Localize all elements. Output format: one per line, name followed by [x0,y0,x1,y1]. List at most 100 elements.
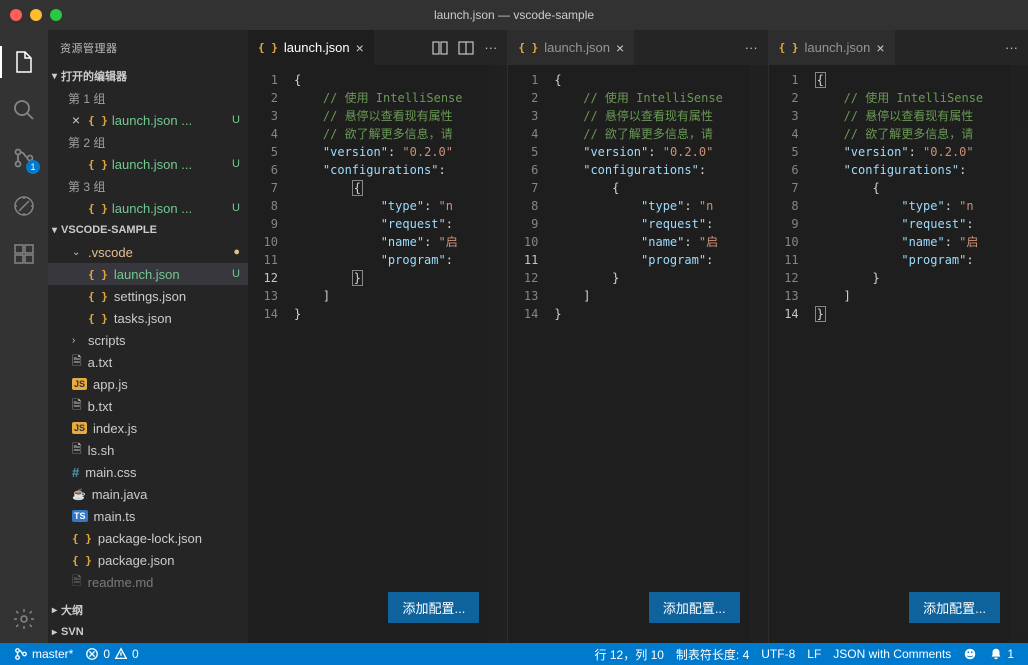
status-feedback-icon[interactable] [957,646,983,663]
status-problems[interactable]: 0 0 [79,647,144,661]
code-editor-1[interactable]: 1234567891011121314 { // 使用 IntelliSense… [248,65,507,643]
json-icon: { } [779,41,799,54]
file-icon: 🗎 [72,440,82,461]
code-editor-3[interactable]: 1234567891011121314 { // 使用 IntelliSense… [769,65,1028,643]
json-icon: { } [88,158,108,171]
java-icon: ☕ [72,488,86,501]
close-icon[interactable]: × [68,112,84,128]
file-main-ts[interactable]: TSmain.ts [48,505,248,527]
sidebar: 资源管理器 ▾ 打开的编辑器 第 1 组 × { } launch.json .… [48,30,248,643]
file-app-js[interactable]: JSapp.js [48,373,248,395]
code-content: { // 使用 IntelliSense // 悬停以查看现有属性 // 欲了解… [294,71,507,643]
json-icon: { } [88,312,108,325]
extensions-icon[interactable] [0,230,48,278]
folder-scripts[interactable]: › scripts [48,329,248,351]
file-main-java[interactable]: ☕main.java [48,483,248,505]
tab-launch-json[interactable]: { } launch.json × [508,30,635,65]
svn-header[interactable]: ▸ SVN [48,621,248,643]
close-window-button[interactable] [10,9,22,21]
chevron-down-icon: ⌄ [72,247,82,258]
close-tab-icon[interactable]: × [616,40,624,56]
minimap[interactable] [1010,65,1028,643]
file-main-css[interactable]: #main.css [48,461,248,483]
status-encoding[interactable]: UTF-8 [755,646,801,663]
file-settings-json[interactable]: { } settings.json [48,285,248,307]
explorer-icon[interactable] [0,38,48,86]
status-eol[interactable]: LF [801,646,827,663]
file-launch-json[interactable]: { } launch.json U [48,263,248,285]
status-language[interactable]: JSON with Comments [827,646,957,663]
json-icon: { } [518,41,538,54]
code-editor-2[interactable]: 1234567891011121314 { // 使用 IntelliSense… [508,65,767,643]
json-icon: { } [72,554,92,567]
open-editors-header[interactable]: ▾ 打开的编辑器 [48,65,248,87]
debug-icon[interactable] [0,182,48,230]
tab-launch-json[interactable]: { } launch.json × [769,30,896,65]
tabbar-1: { } launch.json × ··· [248,30,507,65]
code-content: { // 使用 IntelliSense // 悬停以查看现有属性 // 欲了解… [554,71,767,643]
chevron-right-icon: ▸ [52,605,57,616]
add-config-button[interactable]: 添加配置... [388,592,479,623]
add-config-button[interactable]: 添加配置... [649,592,740,623]
editor-group-3: { } launch.json × ··· 123456789101112131… [769,30,1028,643]
window-controls [10,9,62,21]
open-editor-item-2[interactable]: { } launch.json ... U [48,153,248,175]
tabbar-2: { } launch.json × ··· [508,30,767,65]
chevron-right-icon: ▸ [52,627,57,638]
chevron-right-icon: › [72,335,82,346]
status-branch[interactable]: master* [8,647,79,661]
more-icon[interactable]: ··· [745,40,758,55]
group-2-label: 第 2 组 [48,131,248,153]
settings-icon[interactable] [0,595,48,643]
open-editor-item-3[interactable]: { } launch.json ... U [48,197,248,219]
js-icon: JS [72,422,87,434]
maximize-window-button[interactable] [50,9,62,21]
file-icon: 🗎 [72,396,82,417]
minimize-window-button[interactable] [30,9,42,21]
search-icon[interactable] [0,86,48,134]
sidebar-title: 资源管理器 [48,30,248,65]
folder-vscode[interactable]: ⌄ .vscode ● [48,241,248,263]
activity-bar: 1 [0,30,48,643]
minimap[interactable] [750,65,768,643]
minimap[interactable] [489,65,507,643]
tabbar-3: { } launch.json × ··· [769,30,1028,65]
outline-header[interactable]: ▸ 大纲 [48,599,248,621]
split-icon[interactable] [458,40,474,56]
group-1-label: 第 1 组 [48,87,248,109]
group-3-label: 第 3 组 [48,175,248,197]
json-icon: { } [88,290,108,303]
workspace-header[interactable]: ▾ VSCODE-SAMPLE [48,219,248,241]
close-tab-icon[interactable]: × [356,40,364,56]
add-config-button[interactable]: 添加配置... [909,592,1000,623]
status-cursor[interactable]: 行 12，列 10 [589,646,670,663]
gutter: 1234567891011121314 [508,71,554,643]
file-ls-sh[interactable]: 🗎ls.sh [48,439,248,461]
source-control-icon[interactable]: 1 [0,134,48,182]
css-icon: # [72,465,79,480]
file-tasks-json[interactable]: { } tasks.json [48,307,248,329]
titlebar: launch.json — vscode-sample [0,0,1028,30]
file-package-json[interactable]: { }package.json [48,549,248,571]
file-readme[interactable]: 🗎readme.md [48,571,248,593]
json-icon: { } [72,532,92,545]
close-tab-icon[interactable]: × [876,40,884,56]
more-icon[interactable]: ··· [1005,40,1018,55]
compare-icon[interactable] [432,40,448,56]
chevron-down-icon: ▾ [52,71,57,82]
more-icon[interactable]: ··· [484,40,497,55]
file-index-js[interactable]: JSindex.js [48,417,248,439]
status-notifications-icon[interactable]: 1 [983,646,1020,663]
open-editor-item-1[interactable]: × { } launch.json ... U [48,109,248,131]
status-tabsize[interactable]: 制表符长度: 4 [670,646,755,663]
file-a-txt[interactable]: 🗎a.txt [48,351,248,373]
file-package-lock[interactable]: { }package-lock.json [48,527,248,549]
json-icon: { } [88,268,108,281]
editor-group-2: { } launch.json × ··· 123456789101112131… [508,30,768,643]
file-b-txt[interactable]: 🗎b.txt [48,395,248,417]
tab-launch-json[interactable]: { } launch.json × [248,30,375,65]
statusbar: master* 0 0 行 12，列 10 制表符长度: 4 UTF-8 LF … [0,643,1028,665]
file-icon: 🗎 [72,352,82,373]
json-icon: { } [88,202,108,215]
file-icon: 🗎 [72,572,82,593]
